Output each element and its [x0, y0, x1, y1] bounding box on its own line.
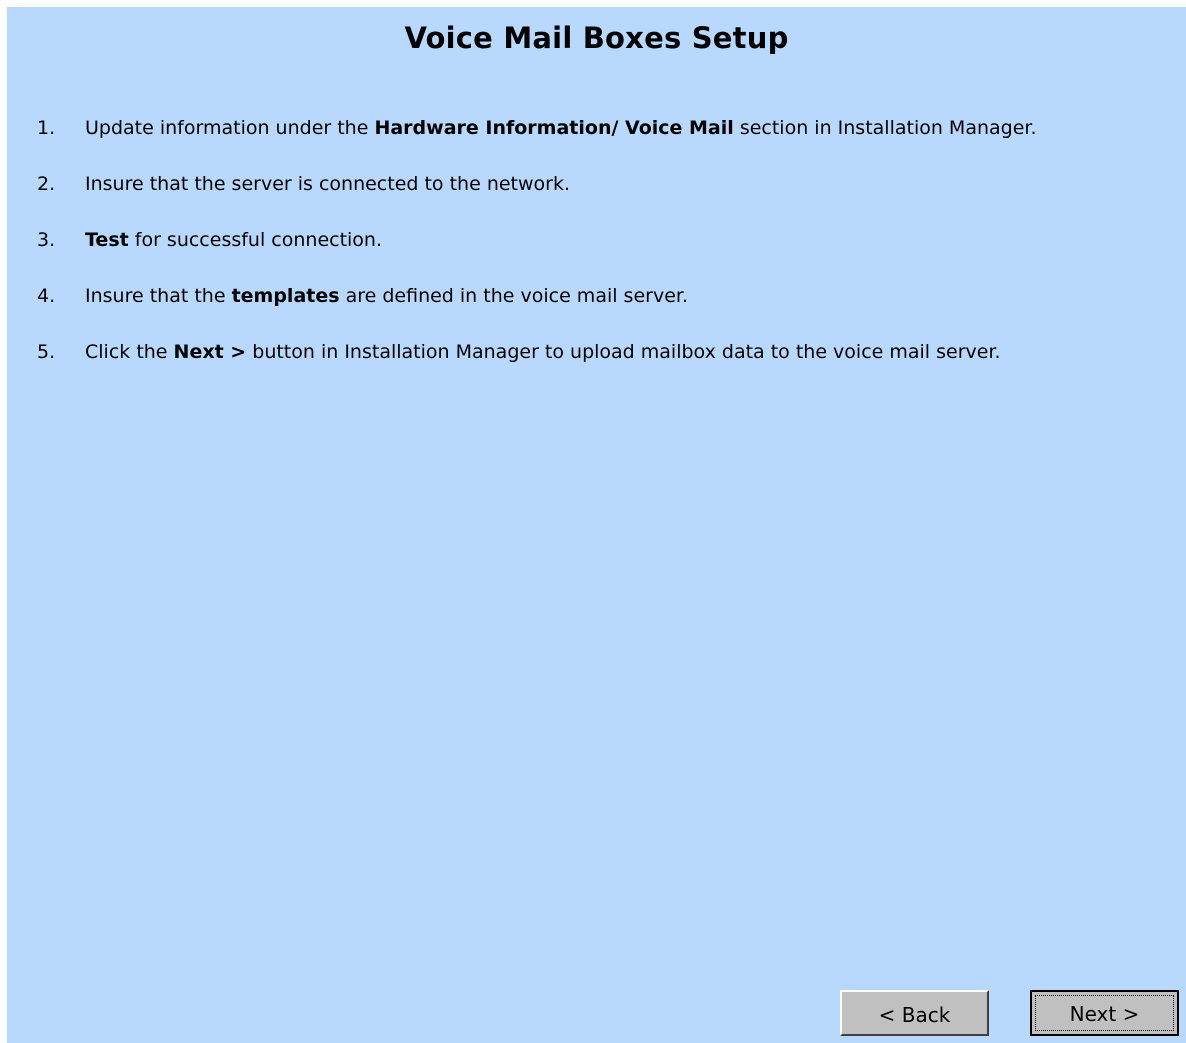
step-item-3: 3. Test for successful connection.: [7, 229, 1186, 257]
step-text-segment: Click the: [85, 341, 174, 363]
step-text-segment: Update information under the: [85, 117, 375, 139]
step-number: 4.: [37, 285, 56, 307]
page-title: Voice Mail Boxes Setup: [404, 21, 789, 55]
step-item-1: 1. Update information under the Hardware…: [7, 117, 1186, 145]
step-number: 3.: [37, 229, 56, 251]
step-text: Click the Next > button in Installation …: [85, 341, 1001, 363]
step-text-segment: section in Installation Manager.: [733, 117, 1037, 139]
step-text-segment: Insure that the: [85, 285, 232, 307]
step-number: 2.: [37, 173, 56, 195]
step-text: Insure that the templates are defined in…: [85, 285, 688, 307]
step-text-segment: are defined in the voice mail server.: [339, 285, 688, 307]
step-number: 5.: [37, 341, 56, 363]
step-text-bold-segment: templates: [231, 285, 340, 307]
step-text: Update information under the Hardware In…: [85, 117, 1037, 139]
step-text: Test for successful connection.: [85, 229, 382, 251]
step-number: 1.: [37, 117, 56, 139]
setup-panel: Voice Mail Boxes Setup 1. Update informa…: [7, 7, 1186, 1043]
step-item-4: 4. Insure that the templates are defined…: [7, 285, 1186, 313]
step-text-bold-segment: Test: [85, 229, 129, 251]
step-text-bold-segment: Next >: [173, 341, 247, 363]
step-item-2: 2. Insure that the server is connected t…: [7, 173, 1186, 201]
step-text: Insure that the server is connected to t…: [85, 173, 570, 195]
step-text-segment: Insure that the server is connected to t…: [85, 173, 571, 195]
back-button[interactable]: < Back: [840, 990, 989, 1036]
step-text-segment: button in Installation Manager to upload…: [246, 341, 1001, 363]
next-button-label: Next >: [1035, 995, 1174, 1031]
step-text-bold-segment: Hardware Information/ Voice Mail: [374, 117, 734, 139]
next-button[interactable]: Next >: [1030, 990, 1179, 1036]
step-text-segment: for successful connection.: [128, 229, 383, 251]
step-item-5: 5. Click the Next > button in Installati…: [7, 341, 1186, 369]
